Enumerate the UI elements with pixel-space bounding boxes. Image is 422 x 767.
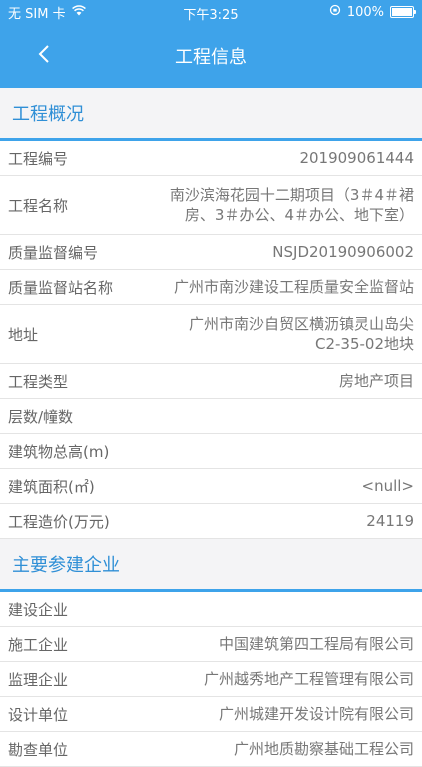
orientation-lock-icon: [329, 4, 341, 20]
row-label: 设计单位: [8, 705, 69, 724]
row-address: 地址 广州市南沙自贸区横沥镇灵山岛尖C2-35-02地块: [0, 305, 422, 364]
row-building-height: 建筑物总高(m): [0, 434, 422, 469]
battery-icon: [390, 6, 416, 18]
back-button[interactable]: [30, 40, 58, 68]
row-project-number: 工程编号 201909061444: [0, 141, 422, 176]
header: 无 SIM 卡 下午3:25 100% 工程信息: [0, 0, 422, 88]
row-label: 建筑物总高(m): [8, 442, 110, 461]
page-title: 工程信息: [175, 47, 247, 68]
row-label: 质量监督编号: [8, 243, 99, 262]
row-label: 监理企业: [8, 670, 69, 689]
row-label: 层数/幢数: [8, 407, 74, 426]
row-building-area: 建筑面积(㎡) <null>: [0, 469, 422, 504]
row-value: NSJD20190906002: [272, 243, 414, 261]
companies-list: 建设企业 施工企业 中国建筑第四工程局有限公司 监理企业 广州越秀地产工程管理有…: [0, 592, 422, 767]
row-project-name: 工程名称 南沙滨海花园十二期项目（3＃4＃裙房、3＃办公、4＃办公、地下室）: [0, 176, 422, 235]
row-value: 广州市南沙建设工程质量安全监督站: [173, 278, 414, 296]
row-value: 广州越秀地产工程管理有限公司: [203, 670, 414, 688]
row-supervision-number: 质量监督编号 NSJD20190906002: [0, 235, 422, 270]
row-value: 南沙滨海花园十二期项目（3＃4＃裙房、3＃办公、4＃办公、地下室）: [169, 186, 414, 224]
carrier-label: 无 SIM 卡: [8, 6, 66, 22]
battery-percent: 100%: [346, 4, 384, 20]
row-value: <null>: [361, 477, 415, 495]
row-value: 房地产项目: [338, 372, 414, 390]
row-label: 质量监督站名称: [8, 278, 114, 297]
row-contractor: 施工企业 中国建筑第四工程局有限公司: [0, 627, 422, 662]
overview-list: 工程编号 201909061444 工程名称 南沙滨海花园十二期项目（3＃4＃裙…: [0, 141, 422, 539]
row-label: 工程名称: [8, 196, 69, 215]
row-floors: 层数/幢数: [0, 399, 422, 434]
row-label: 施工企业: [8, 635, 69, 654]
row-value: 广州城建开发设计院有限公司: [218, 705, 414, 723]
row-project-type: 工程类型 房地产项目: [0, 364, 422, 399]
row-value: 广州地质勘察基础工程公司: [233, 740, 414, 758]
row-label: 工程类型: [8, 372, 69, 391]
row-designer: 设计单位 广州城建开发设计院有限公司: [0, 697, 422, 732]
status-bar: 无 SIM 卡 下午3:25 100%: [0, 0, 422, 24]
row-supervisor: 监理企业 广州越秀地产工程管理有限公司: [0, 662, 422, 697]
row-label: 地址: [8, 325, 39, 344]
row-value: 广州市南沙自贸区横沥镇灵山岛尖C2-35-02地块: [188, 315, 414, 353]
status-left: 无 SIM 卡: [8, 3, 86, 22]
row-builder: 建设企业: [0, 592, 422, 627]
section-companies-title: 主要参建企业: [0, 539, 422, 592]
row-value: 24119: [366, 512, 414, 530]
row-supervision-station: 质量监督站名称 广州市南沙建设工程质量安全监督站: [0, 270, 422, 305]
row-label: 勘查单位: [8, 740, 69, 759]
status-right: 100%: [329, 4, 416, 20]
row-label: 建设企业: [8, 600, 69, 619]
row-label: 工程造价(万元): [8, 512, 110, 531]
row-project-cost: 工程造价(万元) 24119: [0, 504, 422, 539]
row-label: 建筑面积(㎡): [8, 477, 95, 496]
wifi-icon: [71, 4, 86, 20]
row-value: 201909061444: [299, 149, 414, 167]
section-overview-title: 工程概况: [0, 88, 422, 141]
row-label: 工程编号: [8, 149, 69, 168]
nav-bar: 工程信息: [0, 24, 422, 88]
chevron-left-icon: [38, 45, 49, 63]
row-value: 中国建筑第四工程局有限公司: [218, 635, 414, 653]
